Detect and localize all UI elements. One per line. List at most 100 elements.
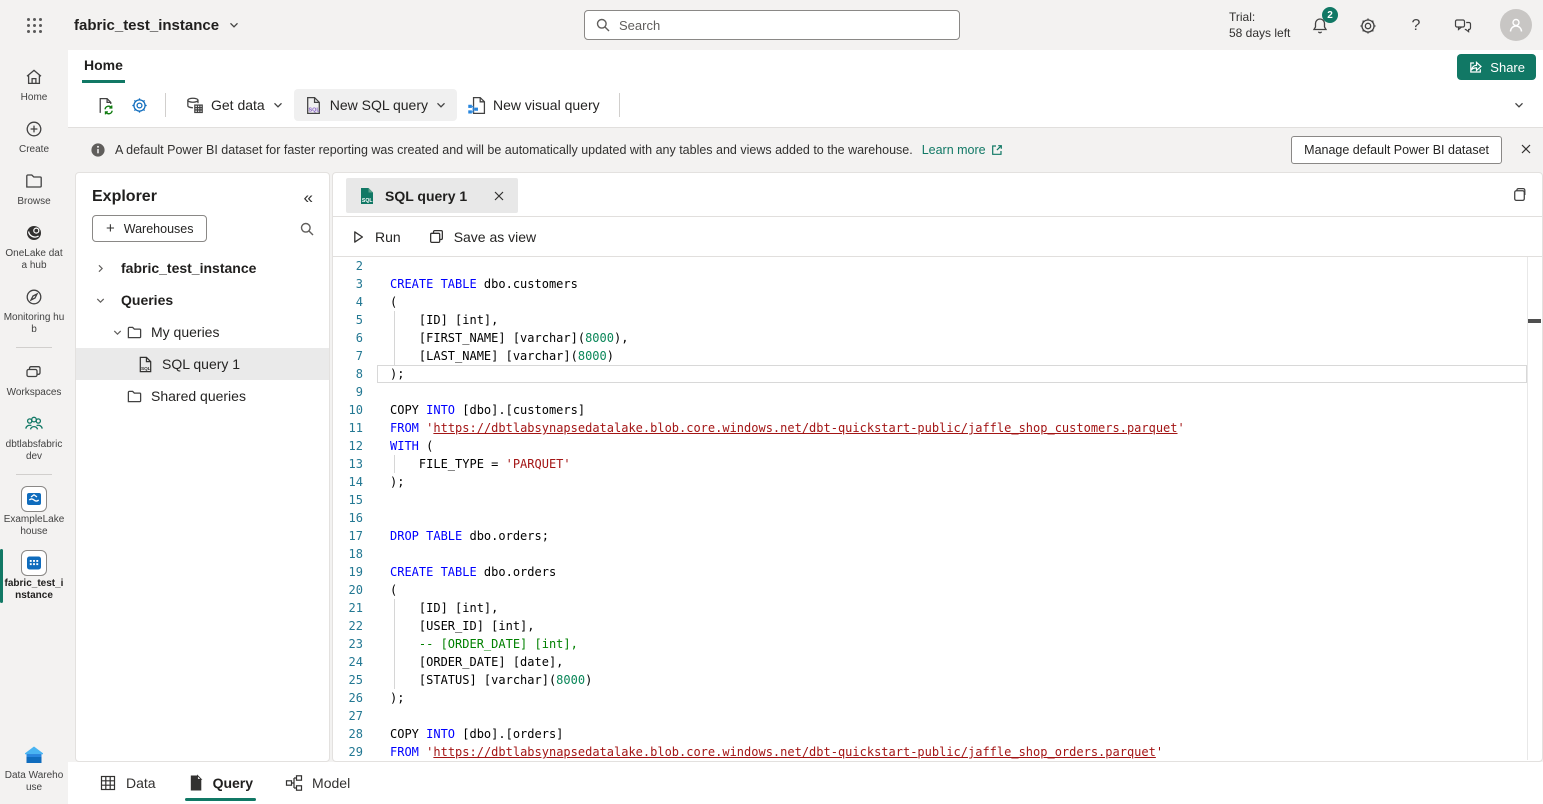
plus-icon: + <box>106 220 115 237</box>
line-number: 18 <box>333 545 363 563</box>
learn-more-link[interactable]: Learn more <box>922 143 1004 157</box>
code-line-4[interactable]: 4( <box>333 293 1527 311</box>
ribbon-collapse-chevron[interactable] <box>1513 99 1525 111</box>
workspace-switcher[interactable]: fabric_test_instance <box>74 0 240 50</box>
feedback-button[interactable] <box>1450 13 1476 39</box>
line-content: CREATE TABLE dbo.customers <box>363 275 578 293</box>
code-line-11[interactable]: 11FROM 'https://dbtlabsynapsedatalake.bl… <box>333 419 1527 437</box>
chevron-down-icon[interactable] <box>109 327 125 338</box>
new-visual-query-button[interactable]: New visual query <box>457 89 610 121</box>
editor-scrollbar[interactable] <box>1527 257 1542 760</box>
line-number: 3 <box>333 275 363 293</box>
home-icon <box>24 65 44 89</box>
rail-item-onelake-data-hub[interactable]: OneLake data hub <box>0 214 68 278</box>
feedback-icon <box>1453 16 1473 36</box>
code-line-10[interactable]: 10COPY INTO [dbo].[customers] <box>333 401 1527 419</box>
code-line-14[interactable]: 14); <box>333 473 1527 491</box>
close-tab-icon[interactable] <box>492 189 506 203</box>
line-content <box>363 383 390 401</box>
banner-close-icon[interactable] <box>1519 142 1533 156</box>
help-button[interactable]: ? <box>1403 13 1429 39</box>
code-line-2[interactable]: 2 <box>333 257 1527 275</box>
code-line-9[interactable]: 9 <box>333 383 1527 401</box>
explorer-search-icon[interactable] <box>299 221 315 237</box>
chevron-right-icon[interactable] <box>92 263 108 274</box>
code-line-5[interactable]: 5 [ID] [int], <box>333 311 1527 329</box>
app-launcher-icon[interactable] <box>25 16 44 35</box>
tree-item-fabric-test-instance[interactable]: fabric_test_instance <box>76 252 329 284</box>
tree-item-label: SQL query 1 <box>162 356 240 372</box>
code-line-22[interactable]: 22 [USER_ID] [int], <box>333 617 1527 635</box>
rail-item-create[interactable]: Create <box>0 110 68 162</box>
run-button[interactable]: Run <box>350 229 401 245</box>
code-line-15[interactable]: 15 <box>333 491 1527 509</box>
collapse-panel-icon[interactable]: « <box>304 189 313 206</box>
line-content: -- [ORDER_DATE] [int], <box>363 635 578 653</box>
tree-item-sql-query-1[interactable]: SQL SQL query 1 <box>76 348 329 380</box>
account-avatar[interactable] <box>1500 9 1532 41</box>
tab-home[interactable]: Home <box>82 50 125 83</box>
search-input[interactable] <box>619 18 949 33</box>
code-line-6[interactable]: 6 [FIRST_NAME] [varchar](8000), <box>333 329 1527 347</box>
code-line-16[interactable]: 16 <box>333 509 1527 527</box>
onelake-icon <box>24 221 44 245</box>
code-line-23[interactable]: 23 -- [ORDER_DATE] [int], <box>333 635 1527 653</box>
refresh-dataset-button[interactable] <box>88 89 122 121</box>
sql-doc-outline-icon: SQL <box>136 356 154 373</box>
code-line-18[interactable]: 18 <box>333 545 1527 563</box>
rail-item-browse[interactable]: Browse <box>0 162 68 214</box>
save-as-view-button[interactable]: Save as view <box>428 228 536 245</box>
code-line-25[interactable]: 25 [STATUS] [varchar](8000) <box>333 671 1527 689</box>
global-search[interactable] <box>584 10 960 40</box>
code-line-12[interactable]: 12WITH ( <box>333 437 1527 455</box>
view-tab-label: Data <box>126 775 156 791</box>
code-line-20[interactable]: 20( <box>333 581 1527 599</box>
code-line-29[interactable]: 29FROM 'https://dbtlabsynapsedatalake.bl… <box>333 743 1527 760</box>
database-icon <box>185 96 204 115</box>
rail-item-label: fabric_test_instance <box>3 578 65 602</box>
code-line-27[interactable]: 27 <box>333 707 1527 725</box>
get-data-button[interactable]: Get data <box>175 89 294 121</box>
code-line-3[interactable]: 3CREATE TABLE dbo.customers <box>333 275 1527 293</box>
people-icon <box>23 412 45 436</box>
explorer-tree: fabric_test_instanceQueriesMy queriesSQL… <box>76 252 329 412</box>
code-line-24[interactable]: 24 [ORDER_DATE] [date], <box>333 653 1527 671</box>
rail-item-home[interactable]: Home <box>0 58 68 110</box>
tree-item-queries[interactable]: Queries <box>76 284 329 316</box>
rail-item-examplelakehouse[interactable]: ExampleLakehouse <box>0 480 68 544</box>
code-line-8[interactable]: 8); <box>333 365 1527 383</box>
line-number: 28 <box>333 725 363 743</box>
add-warehouses-button[interactable]: + Warehouses <box>92 215 207 242</box>
explorer-panel: Explorer « + Warehouses fabric_test_inst… <box>75 172 330 762</box>
rail-divider <box>16 474 52 475</box>
query-tab-sql-query-1[interactable]: SQL SQL query 1 <box>346 178 518 213</box>
copy-icon[interactable] <box>1511 186 1528 203</box>
manage-dataset-button[interactable]: Manage default Power BI dataset <box>1291 136 1502 164</box>
rail-item-dbtlabsfabricdev[interactable]: dbtlabsfabricdev <box>0 405 68 469</box>
code-line-19[interactable]: 19CREATE TABLE dbo.orders <box>333 563 1527 581</box>
code-line-13[interactable]: 13 FILE_TYPE = 'PARQUET' <box>333 455 1527 473</box>
rail-item-monitoring-hub[interactable]: Monitoring hub <box>0 278 68 342</box>
code-line-21[interactable]: 21 [ID] [int], <box>333 599 1527 617</box>
tree-item-my-queries[interactable]: My queries <box>76 316 329 348</box>
warehouse-settings-button[interactable] <box>122 89 156 121</box>
chevron-down-icon[interactable] <box>92 295 108 306</box>
svg-text:SQL: SQL <box>362 198 373 204</box>
rail-item-fabric-test-instance[interactable]: fabric_test_instance <box>0 544 68 608</box>
rail-item-data-warehouse[interactable]: Data Warehouse <box>0 736 68 800</box>
new-sql-query-button[interactable]: SQL New SQL query <box>294 89 457 121</box>
line-content: [LAST_NAME] [varchar](8000) <box>363 347 614 365</box>
settings-button[interactable] <box>1355 13 1381 39</box>
code-line-7[interactable]: 7 [LAST_NAME] [varchar](8000) <box>333 347 1527 365</box>
rail-item-workspaces[interactable]: Workspaces <box>0 353 68 405</box>
view-tab-query[interactable]: Query <box>185 762 256 804</box>
sql-code-editor[interactable]: 23CREATE TABLE dbo.customers4(5 [ID] [in… <box>333 257 1527 760</box>
code-line-17[interactable]: 17DROP TABLE dbo.orders; <box>333 527 1527 545</box>
view-tab-data[interactable]: Data <box>96 762 159 804</box>
line-content: WITH ( <box>363 437 433 455</box>
code-line-28[interactable]: 28COPY INTO [dbo].[orders] <box>333 725 1527 743</box>
tree-item-shared-queries[interactable]: Shared queries <box>76 380 329 412</box>
share-button[interactable]: Share <box>1457 54 1536 80</box>
code-line-26[interactable]: 26); <box>333 689 1527 707</box>
view-tab-model[interactable]: Model <box>282 762 353 804</box>
